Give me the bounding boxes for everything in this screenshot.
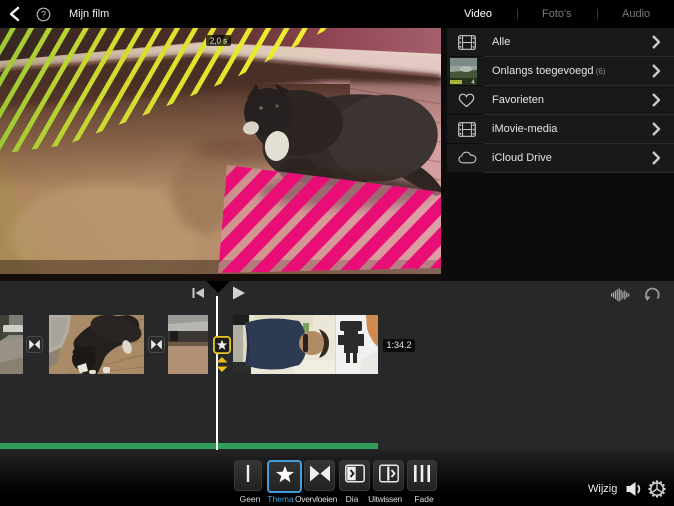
svg-text:2,0 s: 2,0 s: [210, 37, 227, 46]
svg-text:?: ?: [41, 10, 46, 20]
